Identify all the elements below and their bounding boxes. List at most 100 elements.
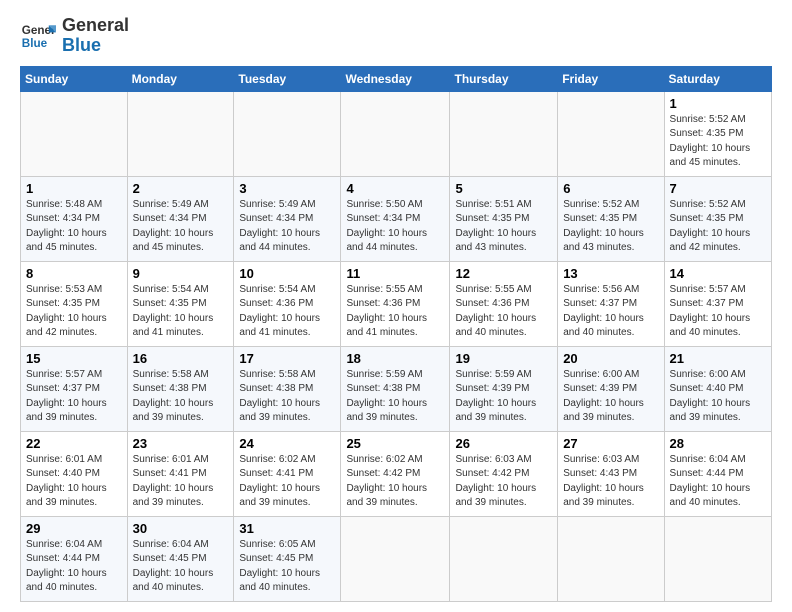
day-info: Sunrise: 6:04 AMSunset: 4:44 PMDaylight:… (670, 453, 766, 511)
day-number: 2 (133, 181, 229, 196)
weekday-header: Thursday (450, 66, 558, 91)
day-number: 1 (26, 181, 122, 196)
day-info: Sunrise: 5:54 AMSunset: 4:35 PMDaylight:… (133, 283, 229, 341)
day-info: Sunrise: 6:00 AMSunset: 4:40 PMDaylight:… (670, 368, 766, 426)
day-info: Sunrise: 5:58 AMSunset: 4:38 PMDaylight:… (133, 368, 229, 426)
logo: General Blue General Blue (20, 16, 129, 56)
day-info: Sunrise: 6:04 AMSunset: 4:45 PMDaylight:… (133, 538, 229, 596)
day-number: 12 (455, 266, 552, 281)
day-info: Sunrise: 6:02 AMSunset: 4:42 PMDaylight:… (346, 453, 444, 511)
calendar-cell: 28 Sunrise: 6:04 AMSunset: 4:44 PMDayligh… (664, 431, 771, 516)
day-number: 28 (670, 436, 766, 451)
calendar-cell (558, 516, 664, 601)
day-info: Sunrise: 5:52 AMSunset: 4:35 PMDaylight:… (670, 198, 766, 256)
calendar-cell: 4 Sunrise: 5:50 AMSunset: 4:34 PMDaylight… (341, 176, 450, 261)
day-info: Sunrise: 5:53 AMSunset: 4:35 PMDaylight:… (26, 283, 122, 341)
calendar-cell (341, 91, 450, 176)
day-info: Sunrise: 6:03 AMSunset: 4:42 PMDaylight:… (455, 453, 552, 511)
calendar-cell: 24 Sunrise: 6:02 AMSunset: 4:41 PMDayligh… (234, 431, 341, 516)
day-number: 13 (563, 266, 658, 281)
day-number: 15 (26, 351, 122, 366)
day-info: Sunrise: 5:56 AMSunset: 4:37 PMDaylight:… (563, 283, 658, 341)
day-info: Sunrise: 6:03 AMSunset: 4:43 PMDaylight:… (563, 453, 658, 511)
day-number: 14 (670, 266, 766, 281)
calendar-week-row: 29Sunrise: 6:04 AMSunset: 4:44 PMDayligh… (21, 516, 772, 601)
calendar-cell: 31 Sunrise: 6:05 AMSunset: 4:45 PMDayligh… (234, 516, 341, 601)
calendar-header-row: SundayMondayTuesdayWednesdayThursdayFrid… (21, 66, 772, 91)
day-info: Sunrise: 5:57 AMSunset: 4:37 PMDaylight:… (26, 368, 122, 426)
day-number: 6 (563, 181, 658, 196)
logo-text: General Blue (62, 16, 129, 56)
day-number: 22 (26, 436, 122, 451)
calendar-cell: 5 Sunrise: 5:51 AMSunset: 4:35 PMDaylight… (450, 176, 558, 261)
calendar-week-row: 1 Sunrise: 5:52 AMSunset: 4:35 PMDaylight… (21, 91, 772, 176)
day-number: 4 (346, 181, 444, 196)
weekday-header: Monday (127, 66, 234, 91)
day-info: Sunrise: 6:02 AMSunset: 4:41 PMDaylight:… (239, 453, 335, 511)
day-number: 19 (455, 351, 552, 366)
calendar-cell: 27 Sunrise: 6:03 AMSunset: 4:43 PMDayligh… (558, 431, 664, 516)
day-info: Sunrise: 5:49 AMSunset: 4:34 PMDaylight:… (239, 198, 335, 256)
calendar-week-row: 1 Sunrise: 5:48 AMSunset: 4:34 PMDaylight… (21, 176, 772, 261)
logo-icon: General Blue (20, 18, 56, 54)
calendar-cell: 21Sunrise: 6:00 AMSunset: 4:40 PMDayligh… (664, 346, 771, 431)
calendar-cell (450, 91, 558, 176)
day-number: 29 (26, 521, 122, 536)
svg-text:Blue: Blue (22, 37, 48, 50)
calendar-cell: 30Sunrise: 6:04 AMSunset: 4:45 PMDayligh… (127, 516, 234, 601)
calendar-cell: 8 Sunrise: 5:53 AMSunset: 4:35 PMDaylight… (21, 261, 128, 346)
day-number: 11 (346, 266, 444, 281)
calendar-cell: 15 Sunrise: 5:57 AMSunset: 4:37 PMDayligh… (21, 346, 128, 431)
day-info: Sunrise: 5:57 AMSunset: 4:37 PMDaylight:… (670, 283, 766, 341)
day-number: 5 (455, 181, 552, 196)
day-info: Sunrise: 5:52 AMSunset: 4:35 PMDaylight:… (563, 198, 658, 256)
day-number: 26 (455, 436, 552, 451)
day-info: Sunrise: 5:50 AMSunset: 4:34 PMDaylight:… (346, 198, 444, 256)
weekday-header: Wednesday (341, 66, 450, 91)
calendar-table: SundayMondayTuesdayWednesdayThursdayFrid… (20, 66, 772, 602)
day-info: Sunrise: 6:00 AMSunset: 4:39 PMDaylight:… (563, 368, 658, 426)
calendar-cell (127, 91, 234, 176)
day-number: 3 (239, 181, 335, 196)
day-number: 18 (346, 351, 444, 366)
calendar-cell: 20 Sunrise: 6:00 AMSunset: 4:39 PMDayligh… (558, 346, 664, 431)
calendar-cell: 18Sunrise: 5:59 AMSunset: 4:38 PMDayligh… (341, 346, 450, 431)
weekday-header: Saturday (664, 66, 771, 91)
day-info: Sunrise: 5:48 AMSunset: 4:34 PMDaylight:… (26, 198, 122, 256)
calendar-cell: 1 Sunrise: 5:52 AMSunset: 4:35 PMDaylight… (664, 91, 771, 176)
calendar-cell (664, 516, 771, 601)
day-number: 27 (563, 436, 658, 451)
calendar-cell: 14 Sunrise: 5:57 AMSunset: 4:37 PMDayligh… (664, 261, 771, 346)
day-info: Sunrise: 5:58 AMSunset: 4:38 PMDaylight:… (239, 368, 335, 426)
calendar-cell: 22Sunrise: 6:01 AMSunset: 4:40 PMDayligh… (21, 431, 128, 516)
calendar-cell: 6 Sunrise: 5:52 AMSunset: 4:35 PMDaylight… (558, 176, 664, 261)
calendar-cell: 26 Sunrise: 6:03 AMSunset: 4:42 PMDayligh… (450, 431, 558, 516)
day-info: Sunrise: 5:49 AMSunset: 4:34 PMDaylight:… (133, 198, 229, 256)
calendar-cell: 3 Sunrise: 5:49 AMSunset: 4:34 PMDaylight… (234, 176, 341, 261)
weekday-header: Friday (558, 66, 664, 91)
calendar-cell (450, 516, 558, 601)
calendar-cell: 13 Sunrise: 5:56 AMSunset: 4:37 PMDayligh… (558, 261, 664, 346)
day-number: 1 (670, 96, 766, 111)
page: General Blue General Blue SundayMondayTu… (0, 0, 792, 612)
day-number: 20 (563, 351, 658, 366)
calendar-cell: 17Sunrise: 5:58 AMSunset: 4:38 PMDayligh… (234, 346, 341, 431)
calendar-cell: 16 Sunrise: 5:58 AMSunset: 4:38 PMDayligh… (127, 346, 234, 431)
day-number: 16 (133, 351, 229, 366)
day-number: 8 (26, 266, 122, 281)
day-number: 24 (239, 436, 335, 451)
day-number: 31 (239, 521, 335, 536)
calendar-cell: 29Sunrise: 6:04 AMSunset: 4:44 PMDayligh… (21, 516, 128, 601)
calendar-cell (341, 516, 450, 601)
day-info: Sunrise: 5:54 AMSunset: 4:36 PMDaylight:… (239, 283, 335, 341)
day-info: Sunrise: 6:05 AMSunset: 4:45 PMDaylight:… (239, 538, 335, 596)
weekday-header: Sunday (21, 66, 128, 91)
day-number: 9 (133, 266, 229, 281)
weekday-header: Tuesday (234, 66, 341, 91)
day-info: Sunrise: 5:59 AMSunset: 4:39 PMDaylight:… (455, 368, 552, 426)
calendar-cell: 23Sunrise: 6:01 AMSunset: 4:41 PMDayligh… (127, 431, 234, 516)
day-info: Sunrise: 5:52 AMSunset: 4:35 PMDaylight:… (670, 113, 766, 171)
header: General Blue General Blue (20, 16, 772, 56)
calendar-cell: 12Sunrise: 5:55 AMSunset: 4:36 PMDayligh… (450, 261, 558, 346)
day-info: Sunrise: 5:51 AMSunset: 4:35 PMDaylight:… (455, 198, 552, 256)
